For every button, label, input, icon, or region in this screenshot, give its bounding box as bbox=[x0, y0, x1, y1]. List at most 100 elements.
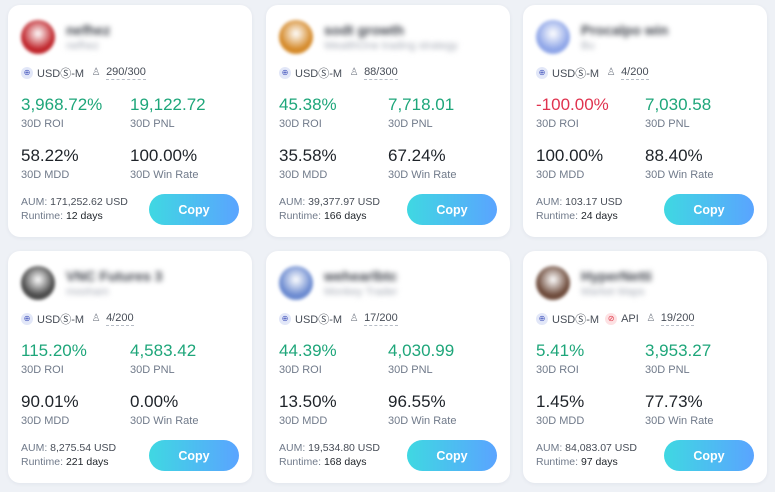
followers-count: 4/200 bbox=[106, 312, 134, 326]
win-rate-value: 0.00% bbox=[130, 392, 179, 411]
copy-button[interactable]: Copy bbox=[664, 194, 754, 225]
win-rate-metric: 100.00% 30D Win Rate bbox=[130, 146, 198, 181]
trader-header[interactable]: Procalpo win Bu bbox=[536, 18, 756, 56]
trader-header[interactable]: VNC Futures 3 mooham bbox=[21, 264, 241, 302]
currency-label: USDⓈ-M bbox=[552, 314, 600, 326]
win-rate-metric: 77.73% 30D Win Rate bbox=[645, 392, 713, 427]
copy-button[interactable]: Copy bbox=[149, 440, 239, 471]
aum-value: 171,252.62 USD bbox=[50, 196, 128, 208]
trader-card[interactable]: nefhez nefhez ⊕ USDⓈ-M ♙ 290/300 3,968.7… bbox=[8, 5, 252, 237]
aum-label: AUM: bbox=[536, 196, 563, 208]
trader-name[interactable]: nefhez bbox=[66, 22, 110, 38]
roi-metric: 45.38% 30D ROI bbox=[279, 95, 337, 130]
trader-tags: ⊕ USDⓈ-M ⊘ API ♙ 19/200 bbox=[536, 311, 761, 327]
futures-icon: ⊕ bbox=[21, 313, 33, 325]
roi-metric: 5.41% 30D ROI bbox=[536, 341, 584, 376]
trader-subtitle: WealthOne trading strategy bbox=[324, 40, 458, 52]
runtime-label: Runtime: bbox=[536, 210, 579, 222]
pnl-value: 7,718.01 bbox=[388, 95, 455, 114]
pnl-label: 30D PNL bbox=[130, 364, 175, 376]
avatar[interactable] bbox=[536, 20, 570, 54]
runtime-row: Runtime: 24 days bbox=[536, 210, 618, 222]
pnl-metric: 7,030.58 30D PNL bbox=[645, 95, 711, 130]
win-rate-value: 67.24% bbox=[388, 146, 446, 165]
runtime-label: Runtime: bbox=[21, 456, 64, 468]
trader-card[interactable]: sodt growth WealthOne trading strategy ⊕… bbox=[266, 5, 510, 237]
roi-metric: 3,968.72% 30D ROI bbox=[21, 95, 102, 130]
mdd-label: 30D MDD bbox=[279, 415, 328, 427]
roi-value: 44.39% bbox=[279, 341, 337, 360]
trader-name[interactable]: Procalpo win bbox=[581, 22, 668, 38]
copy-button[interactable]: Copy bbox=[149, 194, 239, 225]
currency-tag: ⊕ USDⓈ-M bbox=[279, 311, 342, 327]
win-rate-value: 96.55% bbox=[388, 392, 446, 411]
win-rate-value: 77.73% bbox=[645, 392, 703, 411]
trader-name[interactable]: sodt growth bbox=[324, 22, 404, 38]
followers-tag[interactable]: ♙ 4/200 bbox=[90, 312, 134, 326]
runtime-row: Runtime: 168 days bbox=[279, 456, 367, 468]
avatar[interactable] bbox=[21, 266, 55, 300]
trader-card[interactable]: VNC Futures 3 mooham ⊕ USDⓈ-M ♙ 4/200 11… bbox=[8, 251, 252, 483]
currency-label: USDⓈ-M bbox=[552, 68, 600, 80]
avatar[interactable] bbox=[536, 266, 570, 300]
followers-count: 17/200 bbox=[364, 312, 398, 326]
currency-tag: ⊕ USDⓈ-M bbox=[536, 311, 599, 327]
followers-tag[interactable]: ♙ 290/300 bbox=[90, 66, 146, 80]
trader-name[interactable]: wehearlbtc bbox=[324, 268, 397, 284]
pnl-value: 4,030.99 bbox=[388, 341, 455, 360]
trader-header[interactable]: wehearlbtc Monkey Trader bbox=[279, 264, 499, 302]
followers-tag[interactable]: ♙ 17/200 bbox=[348, 312, 398, 326]
currency-label: USDⓈ-M bbox=[295, 314, 343, 326]
trader-tags: ⊕ USDⓈ-M ♙ 4/200 bbox=[21, 311, 246, 327]
win-rate-label: 30D Win Rate bbox=[130, 169, 199, 181]
avatar[interactable] bbox=[279, 20, 313, 54]
copy-button[interactable]: Copy bbox=[664, 440, 754, 471]
pnl-label: 30D PNL bbox=[388, 364, 433, 376]
pnl-value: 7,030.58 bbox=[645, 95, 712, 114]
pnl-label: 30D PNL bbox=[388, 118, 433, 130]
runtime-value: 12 days bbox=[65, 210, 103, 222]
trader-header[interactable]: nefhez nefhez bbox=[21, 18, 241, 56]
trader-header[interactable]: sodt growth WealthOne trading strategy bbox=[279, 18, 499, 56]
trader-header[interactable]: HyperNetti Market Maps bbox=[536, 264, 756, 302]
mdd-value: 90.01% bbox=[21, 392, 79, 411]
user-icon: ♙ bbox=[646, 313, 656, 324]
currency-label: USDⓈ-M bbox=[295, 68, 343, 80]
trader-tags: ⊕ USDⓈ-M ♙ 17/200 bbox=[279, 311, 504, 327]
trader-subtitle: mooham bbox=[66, 286, 109, 298]
followers-tag[interactable]: ♙ 88/300 bbox=[348, 66, 398, 80]
roi-label: 30D ROI bbox=[21, 118, 64, 130]
avatar[interactable] bbox=[21, 20, 55, 54]
trader-subtitle: Monkey Trader bbox=[324, 286, 398, 298]
followers-count: 19/200 bbox=[660, 312, 695, 326]
pnl-metric: 7,718.01 30D PNL bbox=[388, 95, 454, 130]
trader-card[interactable]: HyperNetti Market Maps ⊕ USDⓈ-M ⊘ API ♙ … bbox=[523, 251, 767, 483]
win-rate-value: 100.00% bbox=[130, 146, 198, 165]
user-icon: ♙ bbox=[349, 67, 359, 78]
user-icon: ♙ bbox=[91, 313, 101, 324]
trader-card[interactable]: Procalpo win Bu ⊕ USDⓈ-M ♙ 4/200 -100.00… bbox=[523, 5, 767, 237]
win-rate-metric: 96.55% 30D Win Rate bbox=[388, 392, 456, 427]
win-rate-label: 30D Win Rate bbox=[130, 415, 199, 427]
trader-card[interactable]: wehearlbtc Monkey Trader ⊕ USDⓈ-M ♙ 17/2… bbox=[266, 251, 510, 483]
copy-button[interactable]: Copy bbox=[407, 194, 497, 225]
currency-tag: ⊕ USDⓈ-M bbox=[279, 65, 342, 81]
currency-label: USDⓈ-M bbox=[37, 314, 85, 326]
runtime-label: Runtime: bbox=[21, 210, 64, 222]
currency-tag: ⊕ USDⓈ-M bbox=[21, 311, 84, 327]
trader-name[interactable]: VNC Futures 3 bbox=[66, 268, 162, 284]
pnl-metric: 4,583.42 30D PNL bbox=[130, 341, 196, 376]
copy-button[interactable]: Copy bbox=[407, 440, 497, 471]
mdd-value: 35.58% bbox=[279, 146, 337, 165]
aum-label: AUM: bbox=[279, 196, 306, 208]
roi-label: 30D ROI bbox=[536, 364, 579, 376]
runtime-value: 166 days bbox=[323, 210, 367, 222]
trader-name[interactable]: HyperNetti bbox=[581, 268, 652, 284]
pnl-value: 3,953.27 bbox=[645, 341, 712, 360]
mdd-label: 30D MDD bbox=[21, 169, 70, 181]
followers-tag[interactable]: ♙ 19/200 bbox=[645, 312, 695, 326]
mdd-metric: 35.58% 30D MDD bbox=[279, 146, 337, 181]
avatar[interactable] bbox=[279, 266, 313, 300]
roi-value: 115.20% bbox=[21, 341, 87, 360]
followers-tag[interactable]: ♙ 4/200 bbox=[605, 66, 649, 80]
